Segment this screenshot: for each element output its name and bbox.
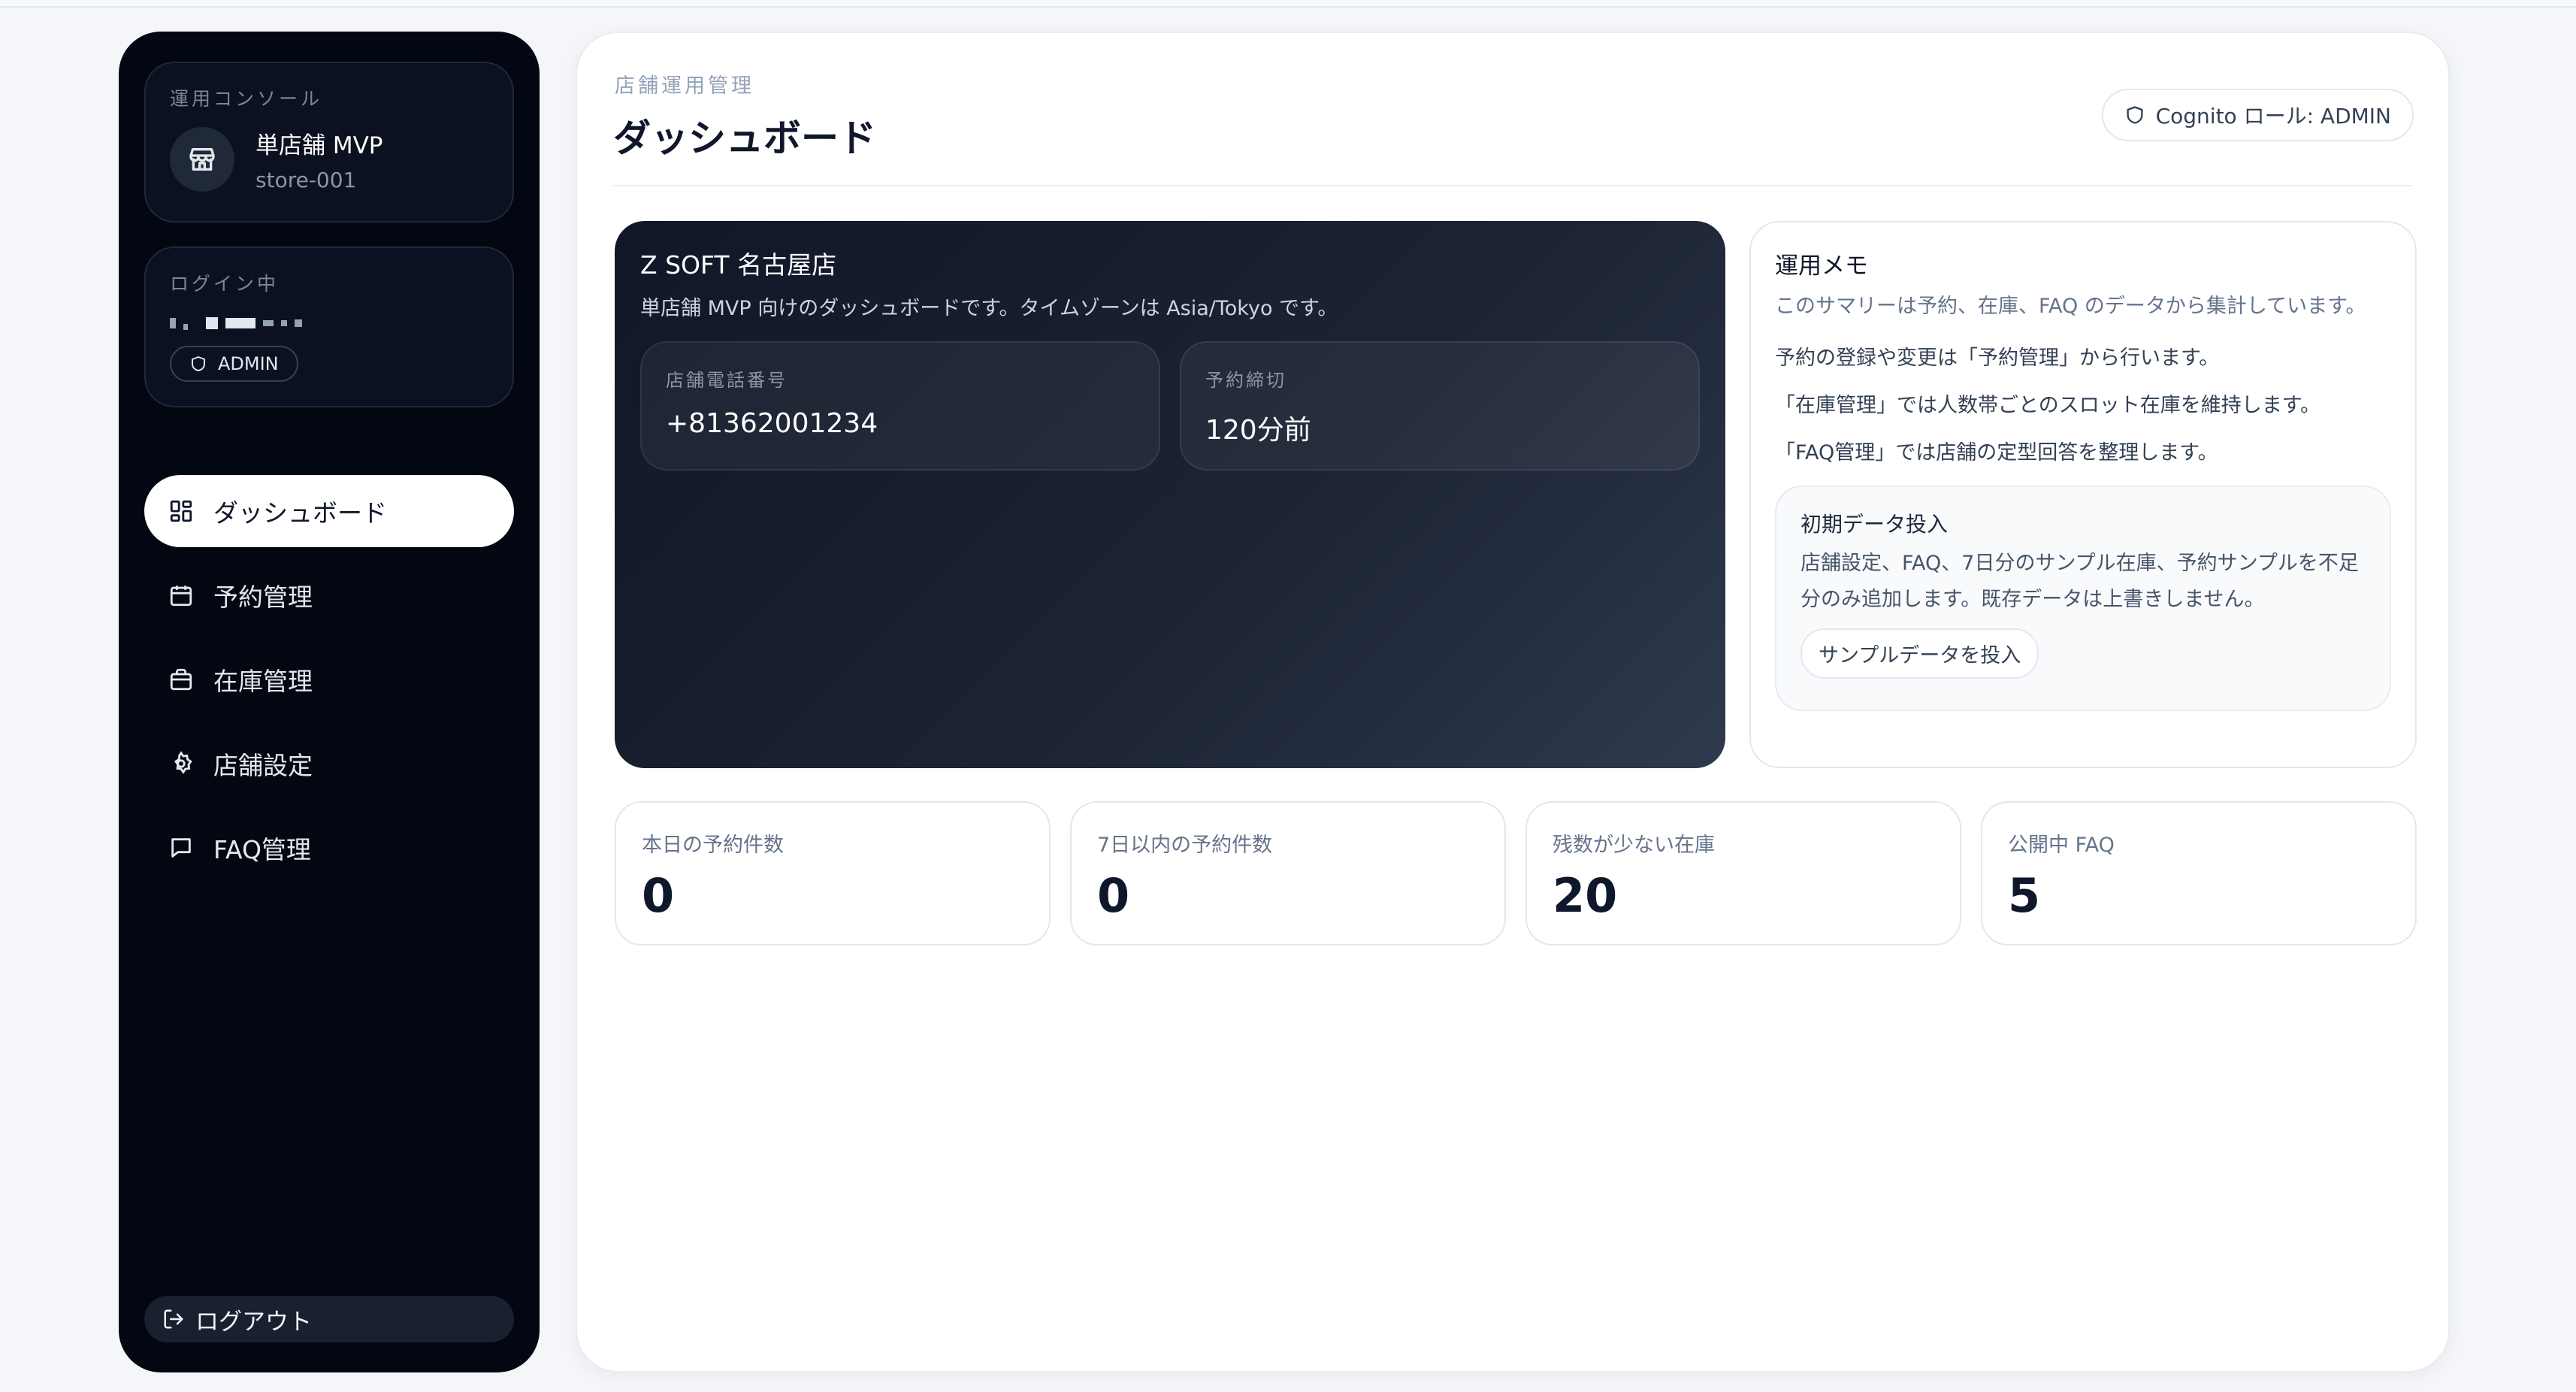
page-title: ダッシュボード — [613, 117, 876, 160]
kpi-label: 公開中 FAQ — [2008, 834, 2115, 857]
kpi-value: 0 — [1097, 868, 1130, 923]
nav-item-reservations[interactable]: 予約管理 — [144, 559, 514, 631]
nav-label: 店舗設定 — [213, 751, 313, 780]
init-description: 店舗設定、FAQ、7日分のサンプル在庫、予約サンプルを不足分のみ追加します。既存… — [1800, 552, 2359, 611]
operation-memo-card: 運用メモ このサマリーは予約、在庫、FAQ のデータから集計しています。 予約の… — [1749, 221, 2417, 768]
store-id: store-001 — [255, 168, 357, 192]
inventory-icon — [170, 668, 192, 691]
phone-value: +81362001234 — [666, 408, 878, 439]
memo-line: 「在庫管理」では人数帯ごとのスロット在庫を維持します。 — [1775, 394, 2321, 417]
main-nav: ダッシュボード 予約管理 在庫管理 店舗設定 FAQ管理 — [144, 475, 514, 896]
login-card: ログイン中 ADMIN — [144, 247, 514, 407]
kpi-label: 7日以内の予約件数 — [1097, 834, 1273, 857]
kpi-label: 残数が少ない在庫 — [1553, 834, 1715, 857]
brand-name: 単店舗 MVP — [255, 132, 383, 159]
initial-data-card: 初期データ投入 店舗設定、FAQ、7日分のサンプル在庫、予約サンプルを不足分のみ… — [1775, 486, 2391, 711]
nav-label: ダッシュボード — [213, 498, 387, 528]
nav-label: 在庫管理 — [213, 667, 313, 696]
phone-label: 店舗電話番号 — [666, 370, 788, 391]
dashboard-icon — [170, 500, 192, 522]
role-chip-label: ADMIN — [218, 353, 279, 374]
logout-icon — [164, 1309, 183, 1329]
role-chip: ADMIN — [170, 346, 298, 382]
kpi-card-7day-reservations: 7日以内の予約件数 0 — [1070, 801, 1506, 946]
kpi-label: 本日の予約件数 — [642, 834, 784, 857]
kpi-card-today-reservations: 本日の予約件数 0 — [615, 801, 1051, 946]
kpi-value: 5 — [2008, 868, 2041, 923]
cutoff-label: 予約締切 — [1205, 370, 1286, 391]
redacted-user-name — [170, 313, 488, 334]
memo-line: 予約の登録や変更は「予約管理」から行います。 — [1775, 346, 2220, 370]
kpi-value: 20 — [1553, 868, 1618, 923]
nav-item-dashboard[interactable]: ダッシュボード — [144, 475, 514, 547]
memo-line: 「FAQ管理」では店舗の定型回答を整理します。 — [1775, 441, 2218, 465]
seed-sample-data-button[interactable]: サンプルデータを投入 — [1800, 628, 2039, 679]
header-divider — [613, 185, 2412, 186]
store-icon — [170, 127, 234, 192]
sidebar: 運用コンソール 単店舗 MVP store-001 ログイン中 ADMIN ダッ… — [119, 32, 540, 1372]
cutoff-value: 120分前 — [1205, 415, 1311, 446]
phone-stat: 店舗電話番号 +81362001234 — [640, 341, 1160, 471]
kpi-value: 0 — [642, 868, 675, 923]
memo-title: 運用メモ — [1775, 253, 1868, 280]
init-title: 初期データ投入 — [1800, 512, 1949, 537]
role-badge-label: Cognito ロール: ADMIN — [2155, 104, 2391, 129]
nav-item-store-settings[interactable]: 店舗設定 — [144, 728, 514, 800]
shield-icon — [2127, 106, 2143, 124]
logout-button[interactable]: ログアウト — [144, 1296, 514, 1342]
kpi-card-public-faq: 公開中 FAQ 5 — [1981, 801, 2417, 946]
nav-label: 予約管理 — [213, 583, 313, 612]
store-description: 単店舗 MVP 向けのダッシュボードです。タイムゾーンは Asia/Tokyo … — [640, 297, 1338, 320]
brand-card: 運用コンソール 単店舗 MVP store-001 — [144, 62, 514, 222]
shield-icon — [192, 356, 205, 371]
logout-label: ログアウト — [195, 1308, 312, 1336]
console-caption: 運用コンソール — [170, 88, 323, 110]
memo-subtitle: このサマリーは予約、在庫、FAQ のデータから集計しています。 — [1775, 295, 2366, 318]
page-eyebrow: 店舗運用管理 — [615, 74, 754, 98]
main-panel: 店舗運用管理 ダッシュボード Cognito ロール: ADMIN Z SOFT… — [576, 32, 2450, 1372]
cognito-role-badge: Cognito ロール: ADMIN — [2101, 89, 2414, 141]
gear-icon — [174, 751, 192, 774]
store-name: Z SOFT 名古屋店 — [640, 250, 837, 280]
store-summary-card: Z SOFT 名古屋店 単店舗 MVP 向けのダッシュボードです。タイムゾーンは… — [615, 221, 1725, 768]
top-browser-edge — [0, 0, 2576, 8]
nav-label: FAQ管理 — [213, 835, 311, 864]
nav-item-inventory[interactable]: 在庫管理 — [144, 643, 514, 716]
message-icon — [171, 838, 191, 858]
kpi-card-low-stock: 残数が少ない在庫 20 — [1525, 801, 1961, 946]
calendar-icon — [170, 586, 192, 607]
login-caption: ログイン中 — [170, 273, 280, 295]
nav-item-faq[interactable]: FAQ管理 — [144, 812, 514, 884]
cutoff-stat: 予約締切 120分前 — [1180, 341, 1700, 471]
